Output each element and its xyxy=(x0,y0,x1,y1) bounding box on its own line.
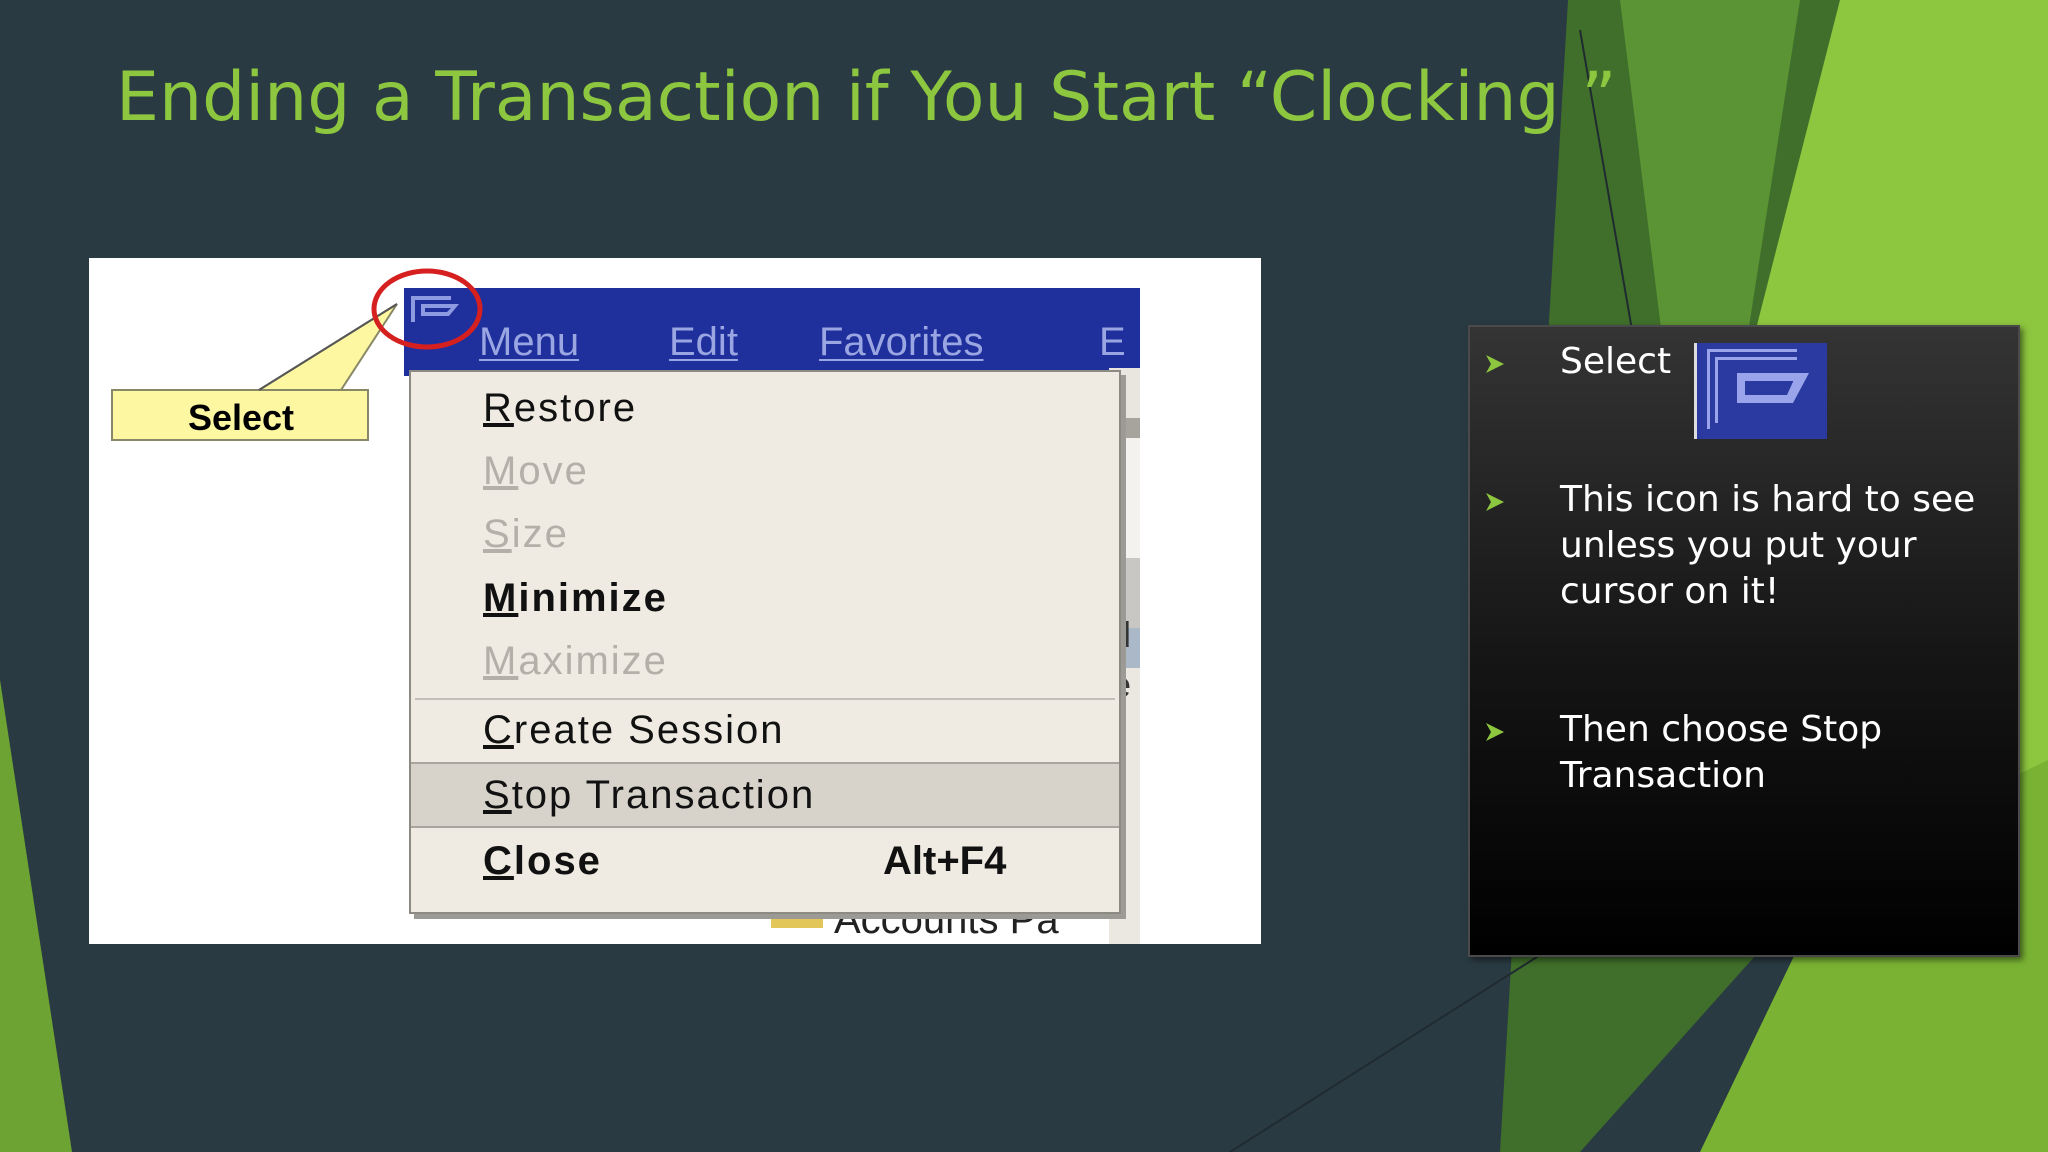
menu-item-maximize[interactable]: Maximize xyxy=(411,630,1119,692)
system-menu-icon-large xyxy=(1694,343,1827,439)
menu-item-move[interactable]: Move xyxy=(411,440,1119,502)
menu-item-restore[interactable]: Restore xyxy=(411,377,1119,439)
bullet-arrow-icon xyxy=(1486,723,1504,741)
callout-label: Select xyxy=(187,397,295,438)
bullet-arrow-icon xyxy=(1486,493,1504,511)
slide-title: Ending a Transaction if You Start “Clock… xyxy=(116,58,1617,137)
menubar-extra[interactable]: E xyxy=(1099,316,1126,368)
system-menu-icon xyxy=(1707,349,1809,429)
menubar-favorites[interactable]: Favorites xyxy=(819,316,984,368)
selection-ring xyxy=(371,268,483,350)
menu-item-stop-transaction[interactable]: Stop Transaction xyxy=(411,762,1119,828)
bullet-arrow-icon xyxy=(1486,355,1504,373)
menu-item-close[interactable]: Close Alt+F4 xyxy=(411,830,1119,892)
close-shortcut: Alt+F4 xyxy=(883,839,1007,883)
bullet-text: This icon is hard to see unless you put … xyxy=(1560,479,1976,612)
left-green-shape xyxy=(0,680,72,1152)
menu-item-size[interactable]: Size xyxy=(411,503,1119,565)
thin-line-bottom xyxy=(1229,954,1541,1152)
menu-item-minimize[interactable]: Minimize xyxy=(411,567,1119,629)
bullet-text: Then choose Stop Transaction xyxy=(1560,709,1883,796)
screenshot-image: Select Menu Edit Favorites E r d e Accou… xyxy=(89,258,1261,944)
menubar-menu[interactable]: Menu xyxy=(479,316,579,368)
system-menu-dropdown: Restore Move Size Minimize Maximize Crea… xyxy=(409,370,1121,914)
menubar-edit[interactable]: Edit xyxy=(669,316,738,368)
info-panel: Select This icon is hard to see unless y… xyxy=(1468,325,2020,957)
menu-item-create-session[interactable]: Create Session xyxy=(411,699,1119,761)
